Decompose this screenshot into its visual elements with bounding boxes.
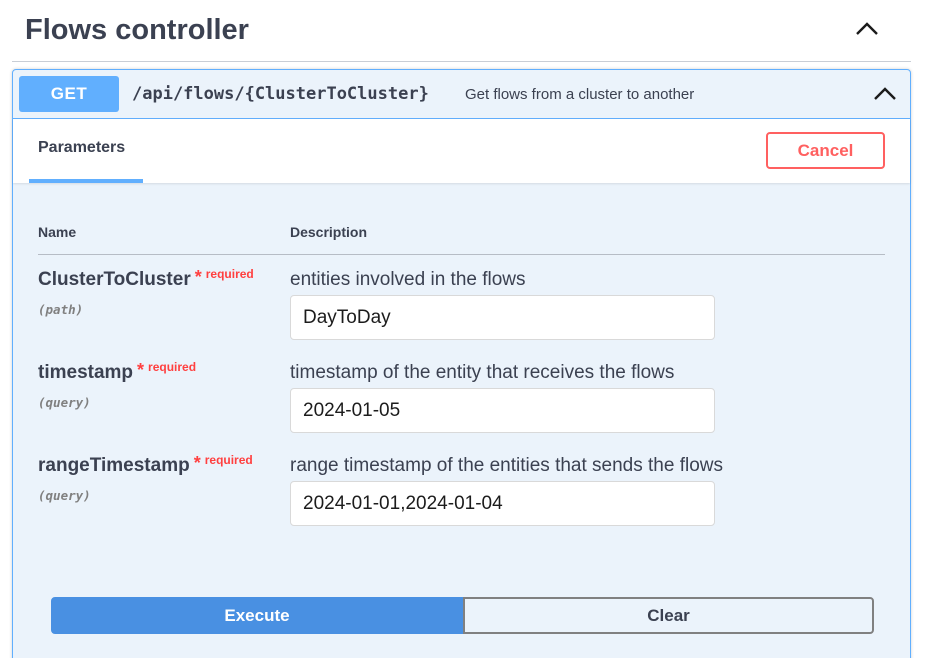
parameter-location: (path) (38, 302, 84, 317)
clustertocluster-input[interactable] (290, 295, 715, 340)
timestamp-input[interactable] (290, 388, 715, 433)
operation-summary[interactable]: GET /api/flows/{ClusterToCluster} Get fl… (13, 70, 910, 119)
table-divider (38, 254, 885, 255)
rangetimestamp-input[interactable] (290, 481, 715, 526)
parameter-row: ClusterToCluster * required (path) entitie… (13, 267, 910, 359)
parameter-description: timestamp of the entity that receives th… (290, 362, 675, 383)
method-badge: GET (19, 76, 119, 112)
execute-wrapper: Execute Clear (51, 597, 874, 634)
execute-button[interactable]: Execute (51, 597, 463, 634)
operation-summary-text: Get flows from a cluster to another (465, 86, 695, 103)
parameter-name: ClusterToCluster * required (38, 267, 254, 293)
parameter-description: entities involved in the flows (290, 269, 526, 290)
required-star: * (194, 267, 202, 287)
column-header-description: Description (290, 224, 368, 240)
clear-button[interactable]: Clear (463, 597, 874, 634)
chevron-up-icon[interactable] (849, 14, 885, 44)
parameter-name-text: timestamp (38, 362, 134, 383)
tab-parameters[interactable]: Parameters (29, 119, 143, 183)
parameter-location: (query) (38, 488, 91, 503)
parameter-name: rangeTimestamp * required (38, 453, 253, 479)
parameters-header: Parameters Cancel (13, 119, 910, 183)
parameter-name-text: ClusterToCluster (38, 269, 191, 290)
parameter-row: rangeTimestamp * required (query) range ti… (13, 453, 910, 545)
swagger-page: Flows controller GET /api/flows/{Cluster… (0, 0, 931, 658)
cancel-button[interactable]: Cancel (766, 132, 885, 169)
parameter-row: timestamp * required (query) timestamp of … (13, 360, 910, 452)
tab-parameters-label: Parameters (38, 139, 126, 156)
parameter-name-text: rangeTimestamp (38, 455, 190, 476)
required-label: required (148, 360, 197, 374)
required-label: required (204, 453, 253, 467)
parameter-name: timestamp * required (38, 360, 196, 386)
required-star: * (137, 360, 145, 380)
required-star: * (193, 453, 201, 473)
operation-block: GET /api/flows/{ClusterToCluster} Get fl… (12, 69, 911, 658)
chevron-up-icon[interactable] (870, 81, 900, 107)
required-label: required (205, 267, 254, 281)
parameter-description: range timestamp of the entities that sen… (290, 455, 724, 476)
operation-path: /api/flows/{ClusterToCluster} (132, 84, 429, 104)
column-header-name: Name (38, 224, 77, 240)
parameter-location: (query) (38, 395, 91, 410)
section-header[interactable]: Flows controller (12, 0, 911, 62)
section-title: Flows controller (25, 14, 249, 46)
